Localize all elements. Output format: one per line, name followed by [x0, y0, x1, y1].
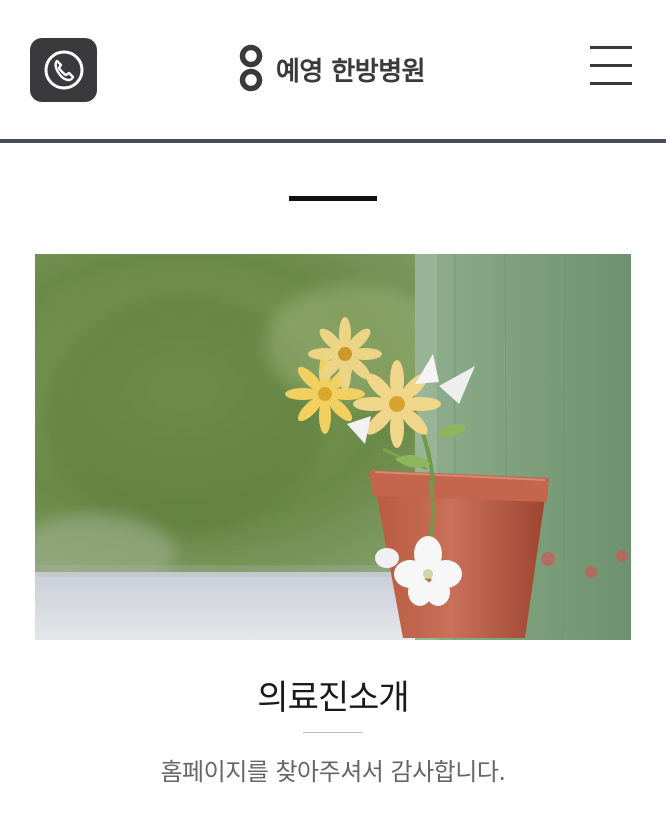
hero-image [35, 254, 631, 640]
title-underline [303, 732, 363, 733]
logo-text: 예영 한방병원 [276, 56, 426, 87]
site-header: 예영 한방병원 [0, 0, 666, 140]
site-logo[interactable]: 예영 한방병원 [238, 44, 426, 94]
section-title: 의료진소개 [257, 678, 409, 718]
menu-bar-middle [590, 64, 632, 67]
flower-pot-photo [35, 254, 631, 640]
section-subtitle: 홈페이지를 찾아주셔서 감사합니다. [160, 758, 506, 786]
menu-button[interactable] [590, 46, 632, 86]
call-button[interactable] [30, 38, 97, 102]
logo-mark-icon [239, 44, 263, 92]
menu-bar-bottom [590, 82, 632, 85]
section-dash [289, 196, 377, 201]
phone-icon [44, 50, 83, 90]
header-divider [0, 139, 666, 143]
menu-bar-top [590, 46, 632, 49]
